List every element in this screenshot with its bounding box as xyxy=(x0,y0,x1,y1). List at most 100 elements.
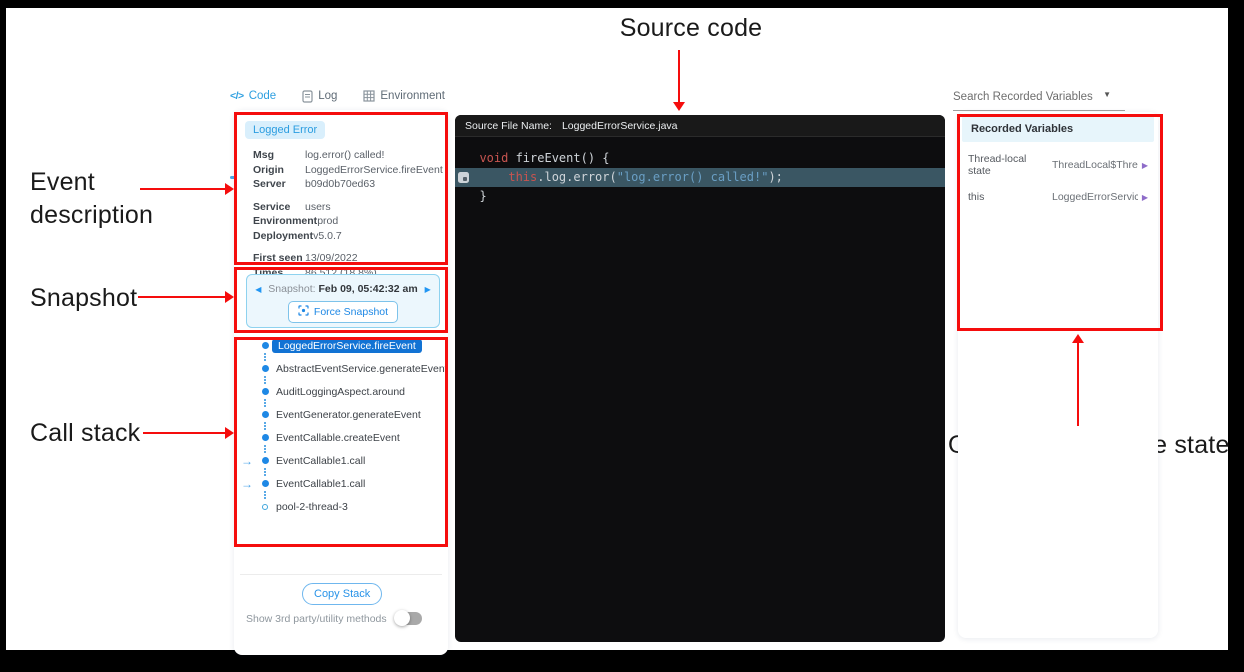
call-stack-frame[interactable]: →EventCallable1.call xyxy=(234,476,448,491)
code-editor[interactable]: void fireEvent() { this.log.error("log.e… xyxy=(455,137,945,206)
event-row-label: Origin xyxy=(253,163,305,178)
event-description-list: Msglog.error() called!OriginLoggedErrorS… xyxy=(253,148,445,280)
third-party-toggle-row: Show 3rd party/utility methods xyxy=(246,612,436,625)
event-row: Serviceusers xyxy=(253,200,445,215)
event-row-value: users xyxy=(305,200,331,215)
chevron-down-icon: ▼ xyxy=(1103,90,1111,99)
event-row-label: Environment xyxy=(253,214,317,229)
frame-dot-icon xyxy=(262,411,269,418)
variable-row[interactable]: Thread-local stateThreadLocal$ThreadL...… xyxy=(958,146,1158,184)
call-stack-frame-label: EventCallable1.call xyxy=(276,478,365,490)
event-row-label: Msg xyxy=(253,148,305,163)
table-icon xyxy=(363,90,375,102)
annotation-arrowhead-object-state xyxy=(1072,334,1084,343)
event-row-label: Service xyxy=(253,200,305,215)
call-stack-frame[interactable]: EventCallable.createEvent xyxy=(234,430,448,445)
expand-variable-icon[interactable]: ▶ xyxy=(1138,193,1148,202)
event-row: First seen13/09/2022 xyxy=(253,251,445,266)
code-token: this xyxy=(465,170,537,184)
call-stack-frame-label: AuditLoggingAspect.around xyxy=(276,386,405,398)
expand-variable-icon[interactable]: ▶ xyxy=(1138,161,1148,170)
annotation-arrow-call-stack xyxy=(143,432,228,434)
next-snapshot-icon[interactable]: ▶ xyxy=(421,285,435,294)
call-stack-frame-label: EventGenerator.generateEvent xyxy=(276,409,421,421)
call-stack-frame-label: AbstractEventService.generateEvent xyxy=(276,363,448,375)
snapshot-timestamp: Feb 09, 05:42:32 am xyxy=(318,283,417,295)
call-stack-frame-label: LoggedErrorService.fireEvent xyxy=(272,339,422,353)
code-token: .log.error( xyxy=(537,170,616,184)
tab-log[interactable]: Log xyxy=(302,90,337,103)
code-token: "log.error() called!" xyxy=(617,170,769,184)
annotation-snapshot: Snapshot xyxy=(30,284,137,313)
event-row-label: First seen xyxy=(253,251,305,266)
code-line: void fireEvent() { xyxy=(455,149,945,168)
call-stack-frame[interactable]: AuditLoggingAspect.around xyxy=(234,384,448,399)
frame-connector xyxy=(264,422,448,430)
event-row-value: prod xyxy=(317,214,338,229)
tab-bar: </> Code Log Environment xyxy=(230,83,445,109)
snapshot-gutter-icon[interactable] xyxy=(458,172,469,183)
copy-stack-button[interactable]: Copy Stack xyxy=(302,583,382,605)
call-stack-frame[interactable]: →EventCallable1.call xyxy=(234,453,448,468)
call-stack-frame[interactable]: LoggedErrorService.fireEvent xyxy=(234,338,448,353)
frame-connector xyxy=(264,353,448,361)
third-party-toggle-switch[interactable] xyxy=(395,612,422,625)
annotation-arrow-object-state xyxy=(1077,342,1079,426)
toggle-knob xyxy=(394,610,410,626)
tab-code[interactable]: </> Code xyxy=(230,90,276,102)
call-stack-frame[interactable]: AbstractEventService.generateEvent xyxy=(234,361,448,376)
annotation-arrowhead-event xyxy=(225,183,234,195)
call-stack-frame[interactable]: pool-2-thread-3 xyxy=(234,499,448,514)
call-stack-frame[interactable]: EventGenerator.generateEvent xyxy=(234,407,448,422)
event-row-label: Server xyxy=(253,177,305,192)
recorded-variables-list: Thread-local stateThreadLocal$ThreadL...… xyxy=(958,146,1158,210)
variable-type: ThreadLocal$ThreadL... xyxy=(1052,159,1138,171)
event-row-value: v5.0.7 xyxy=(313,229,342,244)
left-card-divider xyxy=(240,574,442,575)
event-row: OriginLoggedErrorService.fireEvent xyxy=(253,163,445,178)
code-token: ); xyxy=(768,170,782,184)
event-row-value: 13/09/2022 xyxy=(305,251,358,266)
snapshot-box: ◀ Snapshot: Feb 09, 05:42:32 am ▶ Force … xyxy=(246,274,440,328)
thread-dot-icon xyxy=(262,504,268,510)
snapshot-nav: ◀ Snapshot: Feb 09, 05:42:32 am ▶ xyxy=(247,283,439,295)
source-code-panel: Source File Name: LoggedErrorService.jav… xyxy=(455,115,945,642)
annotation-arrow-source-code xyxy=(678,50,680,104)
code-icon: </> xyxy=(230,90,244,102)
frame-dot-icon xyxy=(262,365,269,372)
frame-dot-icon xyxy=(262,434,269,441)
tab-code-label: Code xyxy=(249,90,277,102)
annotation-arrowhead-snapshot xyxy=(225,291,234,303)
tab-environment[interactable]: Environment xyxy=(363,90,445,102)
code-token: } xyxy=(465,189,487,203)
annotation-arrowhead-source-code xyxy=(673,102,685,111)
variable-type: LoggedErrorService xyxy=(1052,191,1138,203)
source-file-header: Source File Name: LoggedErrorService.jav… xyxy=(455,115,945,137)
capture-icon xyxy=(298,305,309,319)
frame-connector xyxy=(264,445,448,453)
search-recorded-variables-select[interactable]: Search Recorded Variables ▼ xyxy=(953,87,1125,111)
prev-snapshot-icon[interactable]: ◀ xyxy=(251,285,265,294)
annotation-call-stack: Call stack xyxy=(30,419,140,448)
call-stack-frame-label: pool-2-thread-3 xyxy=(276,501,348,513)
event-row-value: log.error() called! xyxy=(305,148,384,163)
recorded-variables-header: Recorded Variables xyxy=(962,116,1154,142)
event-row-label: Deployment xyxy=(253,229,313,244)
code-line: } xyxy=(455,187,945,206)
force-snapshot-button[interactable]: Force Snapshot xyxy=(288,301,398,323)
frame-dot-icon xyxy=(262,342,269,349)
source-file-label: Source File Name: xyxy=(465,120,552,132)
force-snapshot-label: Force Snapshot xyxy=(314,306,388,318)
source-file-name: LoggedErrorService.java xyxy=(562,120,678,132)
event-row: Deploymentv5.0.7 xyxy=(253,229,445,244)
third-party-toggle-label: Show 3rd party/utility methods xyxy=(246,613,387,625)
event-row: Msglog.error() called! xyxy=(253,148,445,163)
annotation-arrow-snapshot xyxy=(138,296,228,298)
event-row: Serverb09d0b70ed63 xyxy=(253,177,445,192)
event-row: Environmentprod xyxy=(253,214,445,229)
search-select-underline xyxy=(953,110,1125,111)
frame-connector xyxy=(264,376,448,384)
annotation-event-description: Event description xyxy=(30,166,180,232)
variable-row[interactable]: thisLoggedErrorService▶ xyxy=(958,184,1158,210)
frame-dot-icon xyxy=(262,388,269,395)
